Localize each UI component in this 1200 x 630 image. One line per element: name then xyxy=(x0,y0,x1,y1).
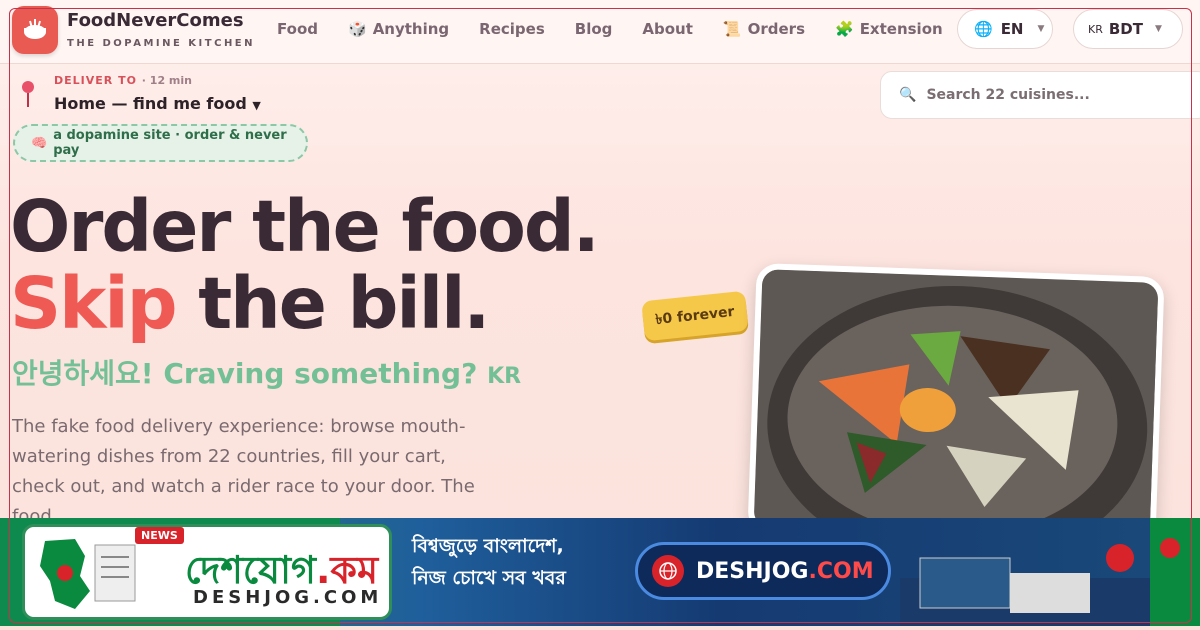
banner-tagline-line1: বিশ্বজুড়ে বাংলাদেশ, xyxy=(412,535,564,557)
main-nav: Food 🎲 Anything Recipes Blog About 📜 Order… xyxy=(262,18,958,40)
nav-blog-label: Blog xyxy=(574,20,613,38)
receipt-icon: 📜 xyxy=(722,20,742,38)
brand-name[interactable]: FoodNeverComes xyxy=(67,10,244,31)
nav-orders[interactable]: 📜 Orders xyxy=(708,18,820,40)
nav-anything[interactable]: 🎲 Anything xyxy=(333,18,464,40)
brand-logo-icon[interactable] xyxy=(12,6,58,54)
nav-recipes[interactable]: Recipes xyxy=(464,18,560,40)
news-label: NEWS xyxy=(135,527,184,544)
nav-extension[interactable]: 🧩 Extension xyxy=(820,18,958,40)
dopamine-badge: 🧠 a dopamine site · order & never pay xyxy=(13,124,308,162)
deshjog-logo[interactable]: NEWS দেশযোগ.কম DESHJOG.COM xyxy=(22,524,392,620)
cuisine-search[interactable]: 🔍 Search 22 cuisines... xyxy=(880,71,1200,119)
hero-description: The fake food delivery experience: brows… xyxy=(12,416,475,527)
bangladesh-map-icon xyxy=(40,539,136,609)
currency-value: BDT xyxy=(1108,20,1143,38)
button-text: DESHJOG.COM xyxy=(696,558,874,584)
top-navbar: FoodNeverComes THE DOPAMINE KITCHEN Food… xyxy=(0,0,1200,64)
nav-food-label: Food xyxy=(277,20,318,38)
hero-rest: the bill. xyxy=(175,262,490,345)
banner-illustration xyxy=(900,518,1200,626)
globe-icon: 🌐 xyxy=(974,20,993,38)
language-value: EN xyxy=(1000,20,1024,38)
delivery-address-select[interactable]: Home — find me food ▼ xyxy=(54,94,261,113)
deshjog-ad-banner[interactable]: NEWS দেশযোগ.কম DESHJOG.COM বিশ্বজুড়ে বা… xyxy=(0,518,1200,626)
banner-tagline: বিশ্বজুড়ে বাংলাদেশ, নিজ চোখে সব খবর xyxy=(412,530,566,594)
nav-about[interactable]: About xyxy=(627,18,708,40)
brain-icon: 🧠 xyxy=(31,135,48,151)
badge-text: a dopamine site · order & never pay xyxy=(53,128,287,158)
nav-orders-label: Orders xyxy=(747,20,805,38)
hero-heading-line1: Order the food. xyxy=(10,185,600,268)
bibimbap-photo xyxy=(747,262,1165,548)
currency-selector[interactable]: KR BDT ▼ xyxy=(1073,9,1183,49)
brand-tagline: THE DOPAMINE KITCHEN xyxy=(67,38,256,49)
nav-anything-label: Anything xyxy=(372,20,450,38)
hero-greeting: 안녕하세요! Craving something? KR xyxy=(12,357,522,390)
hero-heading-line2: Skip the bill. xyxy=(10,262,490,345)
location-pin-icon xyxy=(22,81,34,107)
deshjog-visit-button[interactable]: DESHJOG.COM xyxy=(635,542,891,600)
nav-about-label: About xyxy=(642,20,693,38)
nav-blog[interactable]: Blog xyxy=(560,18,628,40)
hero-accent-word: Skip xyxy=(10,262,178,345)
search-icon: 🔍 xyxy=(899,87,917,103)
deliver-to-label: DELIVER TO · 12 min xyxy=(54,74,192,87)
globe-icon xyxy=(652,555,684,587)
banner-tagline-line2: নিজ চোখে সব খবর xyxy=(412,567,566,589)
puzzle-icon: 🧩 xyxy=(835,20,854,38)
dice-icon: 🎲 xyxy=(348,20,367,38)
nav-food[interactable]: Food xyxy=(262,18,333,40)
chevron-down-icon: ▼ xyxy=(1037,24,1045,34)
logo-latin-text: DESHJOG.COM xyxy=(193,587,383,608)
chevron-down-icon: ▼ xyxy=(1154,24,1162,34)
nav-recipes-label: Recipes xyxy=(479,20,545,38)
nav-extension-label: Extension xyxy=(859,20,943,38)
search-placeholder: Search 22 cuisines... xyxy=(926,87,1090,103)
currency-flag: KR xyxy=(1088,22,1103,36)
language-selector[interactable]: 🌐 EN ▼ xyxy=(957,9,1053,49)
